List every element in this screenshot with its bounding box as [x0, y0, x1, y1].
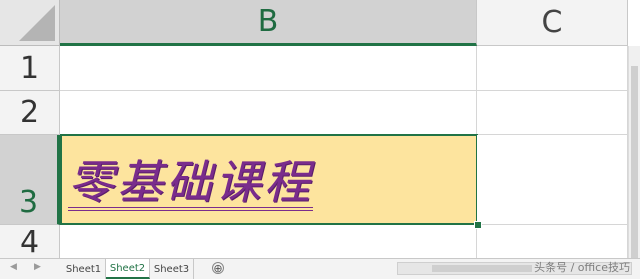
- cell-b2[interactable]: [60, 91, 477, 135]
- add-sheet-icon[interactable]: ⊕: [212, 262, 224, 274]
- cell-b3[interactable]: 零基础课程: [60, 134, 478, 225]
- cell-b1[interactable]: [60, 46, 477, 91]
- cell-b4[interactable]: [60, 225, 477, 258]
- cell-c1[interactable]: [477, 46, 628, 91]
- vertical-scrollbar[interactable]: [628, 46, 640, 258]
- watermark: 头条号 / office技巧: [534, 261, 630, 274]
- row-header-2[interactable]: 2: [0, 91, 60, 135]
- tab-sheet3[interactable]: Sheet3: [150, 259, 194, 279]
- cell-c2[interactable]: [477, 91, 628, 135]
- vertical-scroll-thumb[interactable]: [631, 66, 638, 258]
- cell-b3-text: 零基础课程: [68, 155, 313, 211]
- spreadsheet-grid: B C 1 2 3 4 零基础课程: [0, 0, 640, 258]
- select-all-triangle-icon: [19, 5, 55, 41]
- row-header-1[interactable]: 1: [0, 46, 60, 91]
- select-all-corner[interactable]: [0, 0, 60, 46]
- tab-sheet1[interactable]: Sheet1: [62, 259, 106, 279]
- cell-c4[interactable]: [477, 225, 628, 258]
- cell-c3[interactable]: [477, 135, 628, 225]
- tab-scroll-right-icon[interactable]: ▶: [34, 262, 41, 272]
- row-header-4[interactable]: 4: [0, 225, 60, 258]
- column-header-b[interactable]: B: [60, 0, 477, 46]
- tab-scroll-left-icon[interactable]: ◀: [10, 262, 17, 272]
- horizontal-scroll-thumb[interactable]: [432, 265, 532, 272]
- row-header-3[interactable]: 3: [0, 135, 60, 225]
- column-header-c[interactable]: C: [477, 0, 628, 46]
- fill-handle[interactable]: [474, 221, 482, 229]
- tab-sheet2[interactable]: Sheet2: [106, 259, 150, 279]
